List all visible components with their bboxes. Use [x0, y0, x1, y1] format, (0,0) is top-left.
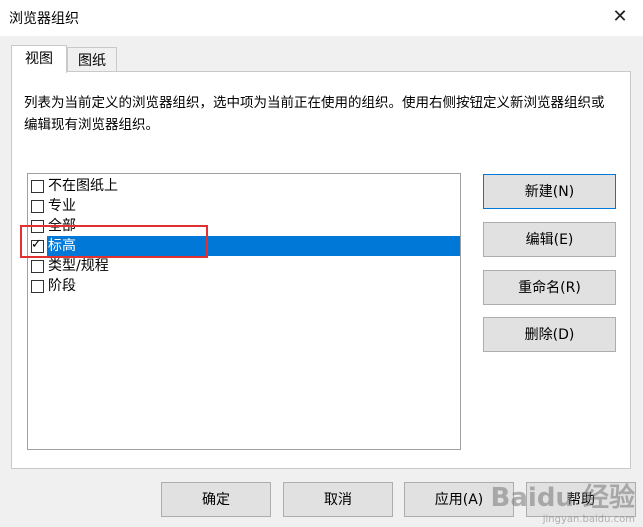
tab-sheets[interactable]: 图纸 — [67, 47, 117, 72]
ok-button[interactable]: 确定 — [161, 482, 271, 517]
window-title: 浏览器组织 — [9, 11, 79, 27]
help-button[interactable]: 帮助 — [526, 482, 636, 517]
title-bar: 浏览器组织 ✕ — [0, 0, 643, 36]
checkmark-icon: ✓ — [31, 236, 42, 252]
list-item-label: 不在图纸上 — [48, 178, 118, 194]
edit-button[interactable]: 编辑(E) — [483, 222, 616, 257]
checkbox[interactable] — [31, 259, 44, 273]
list-item[interactable]: 类型/规程 — [31, 256, 460, 276]
list-item-label: 专业 — [48, 198, 76, 214]
checkbox[interactable] — [31, 199, 44, 213]
organization-list[interactable]: 不在图纸上 专业 全部 ✓ 标高 类型/规程 阶段 — [27, 173, 461, 450]
checkbox[interactable] — [31, 279, 44, 293]
list-item[interactable]: 专业 — [31, 196, 460, 216]
list-item-label: 阶段 — [48, 278, 76, 294]
checkbox[interactable] — [31, 219, 44, 233]
rename-button[interactable]: 重命名(R) — [483, 270, 616, 305]
list-item[interactable]: 不在图纸上 — [31, 176, 460, 196]
apply-button[interactable]: 应用(A) — [404, 482, 514, 517]
checkbox[interactable] — [31, 179, 44, 193]
checkbox-checked[interactable]: ✓ — [31, 236, 44, 253]
list-item-label: 类型/规程 — [48, 258, 109, 274]
close-icon[interactable]: ✕ — [607, 4, 633, 30]
list-item[interactable]: 全部 — [31, 216, 460, 236]
new-button[interactable]: 新建(N) — [483, 174, 616, 209]
cancel-button[interactable]: 取消 — [283, 482, 393, 517]
tab-view[interactable]: 视图 — [11, 45, 67, 73]
list-item-label: 标高 — [47, 236, 460, 256]
list-item[interactable]: 阶段 — [31, 276, 460, 296]
list-item-selected[interactable]: ✓ 标高 — [31, 236, 460, 256]
description-text: 列表为当前定义的浏览器组织，选中项为当前正在使用的组织。使用右侧按钮定义新浏览器… — [24, 95, 605, 133]
delete-button[interactable]: 删除(D) — [483, 317, 616, 352]
list-item-label: 全部 — [48, 218, 76, 234]
